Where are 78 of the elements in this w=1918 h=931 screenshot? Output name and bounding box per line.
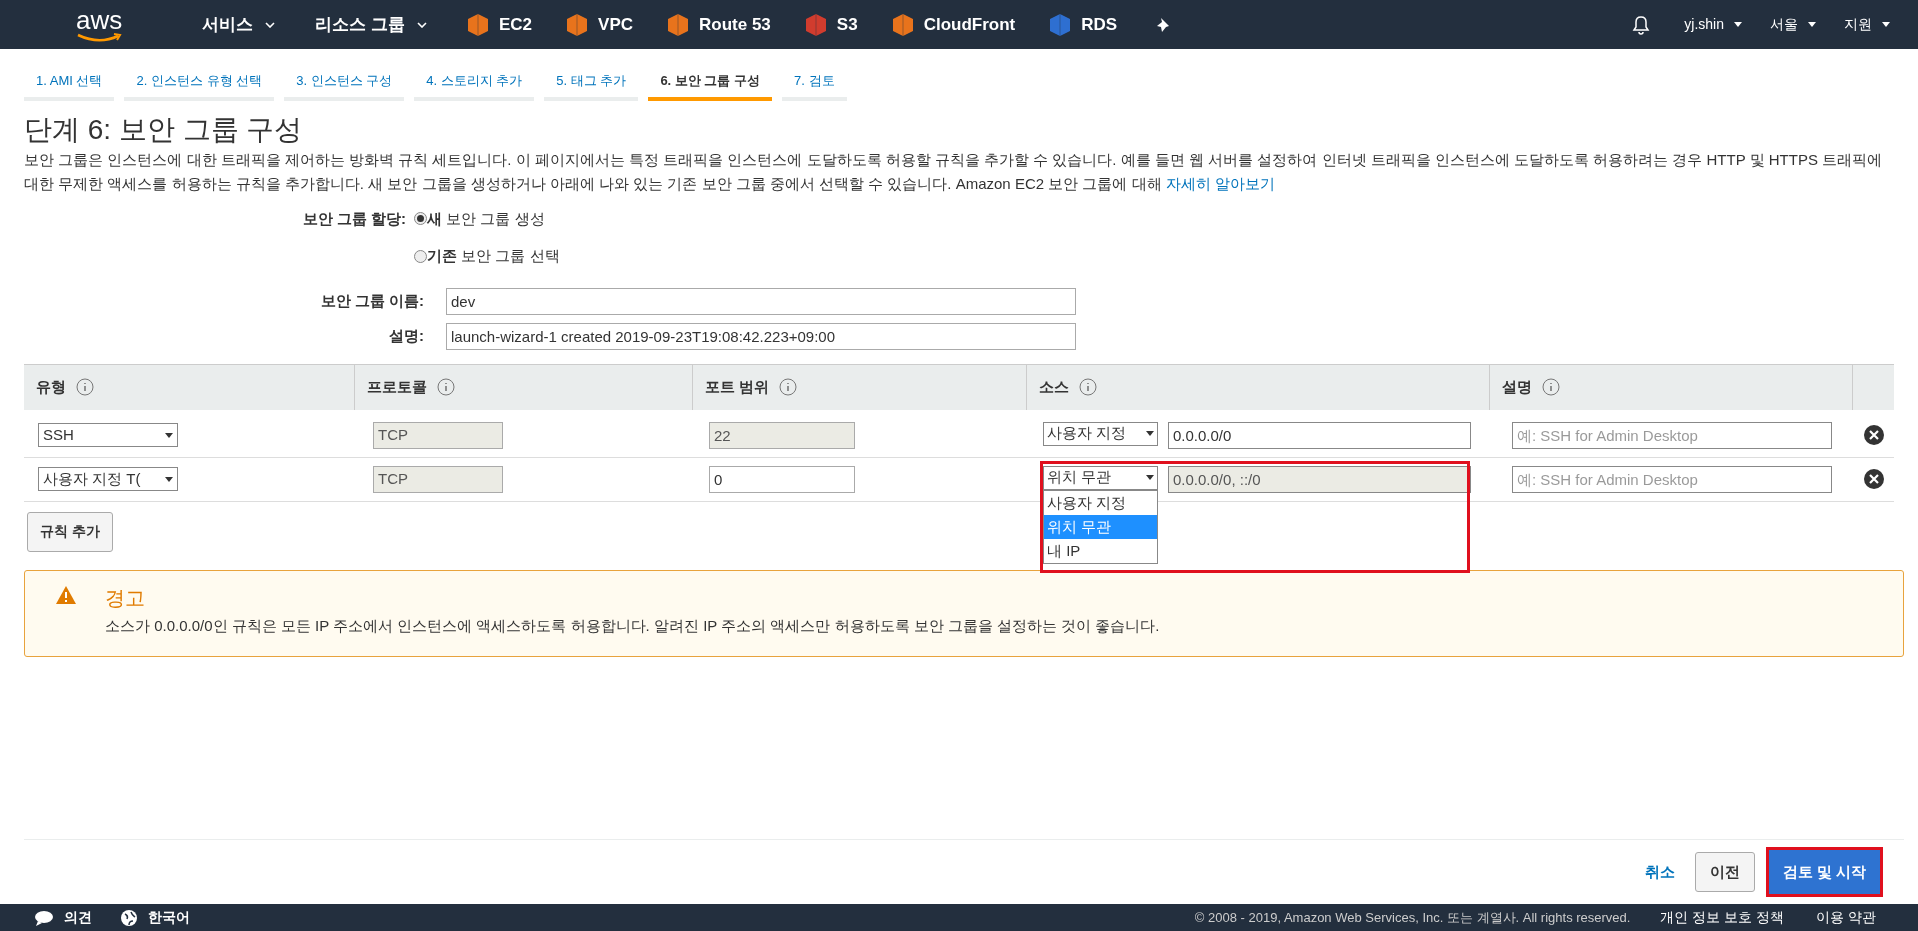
caret-icon <box>1146 431 1154 436</box>
text-input[interactable]: dev <box>446 287 1076 315</box>
description-field[interactable]: 예: SSH for Admin Desktop <box>1512 421 1832 449</box>
info-icon[interactable] <box>779 378 798 396</box>
caret-icon <box>265 21 276 28</box>
notifications-icon[interactable] <box>1632 14 1651 35</box>
caret-icon <box>165 432 173 438</box>
info-icon[interactable] <box>1079 378 1097 396</box>
privacy-link[interactable]: 개인 정보 보호 정책 <box>1660 907 1785 928</box>
radio-option[interactable]: 새 보안 그룹 생성 <box>414 207 560 230</box>
aws-logo[interactable]: aws <box>76 6 123 43</box>
source-select[interactable]: 사용자 지정 <box>1043 421 1158 446</box>
text-input[interactable]: launch-wizard-1 created 2019-09-23T19:08:42.223+09:00 <box>446 322 1076 350</box>
column-header: 포트 범위 <box>705 376 770 397</box>
port-field[interactable]: 0 <box>709 465 855 493</box>
service-shortcut[interactable]: EC2 <box>467 11 533 38</box>
radio-option[interactable]: 기존 보안 그룹 선택 <box>414 245 560 268</box>
radio-button[interactable] <box>414 212 427 226</box>
wizard-tab[interactable]: 3. 인스턴스 구성 <box>284 69 405 101</box>
dropdown-option[interactable]: 내 IP <box>1044 538 1157 563</box>
service-shortcut[interactable]: RDS <box>1049 11 1118 38</box>
service-shortcut[interactable]: VPC <box>566 11 634 38</box>
caret-icon <box>1146 475 1154 480</box>
field-label: 설명: <box>388 325 424 346</box>
feedback-link[interactable]: 의견 <box>34 907 92 928</box>
service-shortcut[interactable]: Route 53 <box>667 11 771 38</box>
add-rule-button[interactable]: 규칙 추가 <box>27 511 113 552</box>
column-header: 프로토콜 <box>367 376 427 397</box>
wizard-tab[interactable]: 5. 태그 추가 <box>544 69 639 101</box>
dropdown-option[interactable]: 사용자 지정 <box>1044 490 1157 515</box>
service-shortcut[interactable]: CloudFront <box>891 11 1016 38</box>
terms-link[interactable]: 이용 약관 <box>1816 907 1876 928</box>
caret-icon <box>417 21 427 28</box>
cancel-link[interactable]: 취소 <box>1644 860 1675 884</box>
resource-groups-menu[interactable]: 리소스 그룹 <box>315 11 427 38</box>
speech-bubble-icon <box>34 909 54 926</box>
remove-icon[interactable] <box>1863 425 1884 445</box>
wizard-tab[interactable]: 2. 인스턴스 유형 선택 <box>124 69 275 101</box>
field-label: 보안 그룹 이름: <box>319 290 424 311</box>
protocol-field: TCP <box>373 465 503 493</box>
page-title: 단계 6: 보안 그룹 구성 <box>24 112 304 147</box>
account-menu[interactable]: yj.shin <box>1684 14 1742 35</box>
warning-title: 경고 <box>105 585 146 611</box>
column-header: 설명 <box>1502 376 1532 397</box>
warning-icon <box>55 584 77 607</box>
type-select[interactable]: SSH <box>38 423 178 447</box>
previous-button[interactable]: 이전 <box>1694 852 1755 892</box>
source-select[interactable]: 위치 무관 <box>1043 465 1158 490</box>
remove-icon[interactable] <box>1863 469 1884 489</box>
info-icon[interactable] <box>437 378 455 396</box>
info-icon[interactable] <box>1542 378 1560 396</box>
language-link[interactable]: 한국어 <box>120 907 190 928</box>
page-description: 보안 그룹은 인스턴스에 대한 트래픽을 제어하는 방화벽 규칙 세트입니다. 이 페이지에서는 특정 트래픽을 인스턴스에 도달하도록 허용할 규칙을 추가할 수 있습니다. 예를 들면 웹 서버를 설정하여 인터넷 트래픽을 인스턴스에 도달하도록 허용하려는 경우 HTTP 및 HTTPS 트래픽에 대한 무제한 액세스를 허용하는 규칙을 추가합니다. 새 보안 그룹을 생성하거나 아래에 나와 있는 기존 보안 그룹 중에서 선택할 수 있습니다. Amazon EC2 보안 그룹에 대해 자세히 알아보기 <box>24 149 1884 194</box>
support-menu[interactable]: 지원 <box>1844 14 1890 35</box>
caret-icon <box>1882 22 1890 27</box>
review-launch-button[interactable]: 검토 및 시작 <box>1768 850 1880 894</box>
wizard-tab[interactable]: 4. 스토리지 추가 <box>414 69 535 101</box>
services-menu[interactable]: 서비스 <box>202 11 276 38</box>
caret-icon <box>165 476 173 482</box>
wizard-tab[interactable]: 1. AMI 선택 <box>24 69 115 101</box>
wizard-tab[interactable]: 7. 검토 <box>782 69 847 101</box>
caret-icon <box>1808 22 1816 27</box>
description-field[interactable]: 예: SSH for Admin Desktop <box>1512 465 1832 493</box>
info-icon[interactable] <box>76 378 94 396</box>
copyright-text: © 2008 - 2019, Amazon Web Services, Inc. 또는 계열사. All rights reserved. <box>1194 908 1631 927</box>
cidr-field[interactable]: 0.0.0.0/0 <box>1168 421 1471 449</box>
learn-more-link[interactable]: 자세히 알아보기 <box>1165 174 1275 192</box>
column-header: 유형 <box>36 376 66 397</box>
caret-icon <box>1734 22 1742 27</box>
field-label: 보안 그룹 할당: <box>301 208 406 229</box>
service-shortcut[interactable]: S3 <box>804 11 858 38</box>
column-header: 소스 <box>1039 376 1069 397</box>
radio-button[interactable] <box>414 249 427 263</box>
protocol-field: TCP <box>373 421 503 449</box>
region-menu[interactable]: 서울 <box>1770 14 1816 35</box>
type-select[interactable]: 사용자 지정 T( <box>38 467 178 491</box>
wizard-tab[interactable]: 6. 보안 그룹 구성 <box>648 69 773 101</box>
warning-text: 소스가 0.0.0.0/0인 규칙은 모든 IP 주소에서 인스턴스에 액세스하도록 허용합니다. 알려진 IP 주소의 액세스만 허용하도록 보안 그룹을 설정하는 것이 좋습니다. <box>105 615 1160 636</box>
